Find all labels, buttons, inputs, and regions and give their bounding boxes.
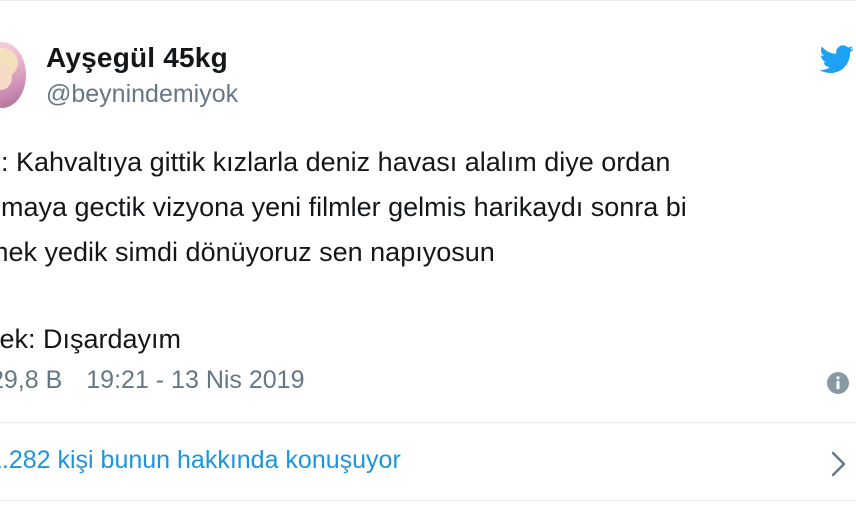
tweet-text: n: Kahvaltıya gittik kızlarla deniz hava…	[0, 140, 846, 362]
top-divider	[0, 0, 856, 1]
tweet-timestamp[interactable]: 19:21 - 13 Nis 2019	[86, 366, 304, 394]
info-icon[interactable]	[826, 371, 850, 395]
twitter-bird-icon[interactable]	[818, 42, 856, 76]
tweet-card: Ayşegül 45kg @beynindemiyok n: Kahvaltıy…	[0, 0, 856, 511]
tweet-line: mek yedik simdi dönüyoruz sen napıyosun	[0, 237, 495, 267]
discussion-link[interactable]: 1.282 kişi bunun hakkında konuşuyor	[0, 446, 401, 475]
meta-divider	[0, 422, 856, 423]
profile-avatar[interactable]	[0, 42, 26, 108]
display-name[interactable]: Ayşegül 45kg	[46, 42, 228, 74]
bottom-divider	[0, 500, 856, 501]
chevron-right-icon[interactable]	[830, 450, 848, 478]
tweet-line: n: Kahvaltıya gittik kızlarla deniz hava…	[0, 147, 671, 177]
tweet-meta: 29,8 B 19:21 - 13 Nis 2019	[0, 366, 304, 395]
user-handle[interactable]: @beynindemiyok	[46, 80, 238, 109]
view-count: 29,8 B	[0, 366, 63, 394]
tweet-line: kek: Dışardayım	[0, 324, 182, 354]
tweet-line: emaya gectik vizyona yeni filmler gelmis…	[0, 192, 687, 222]
